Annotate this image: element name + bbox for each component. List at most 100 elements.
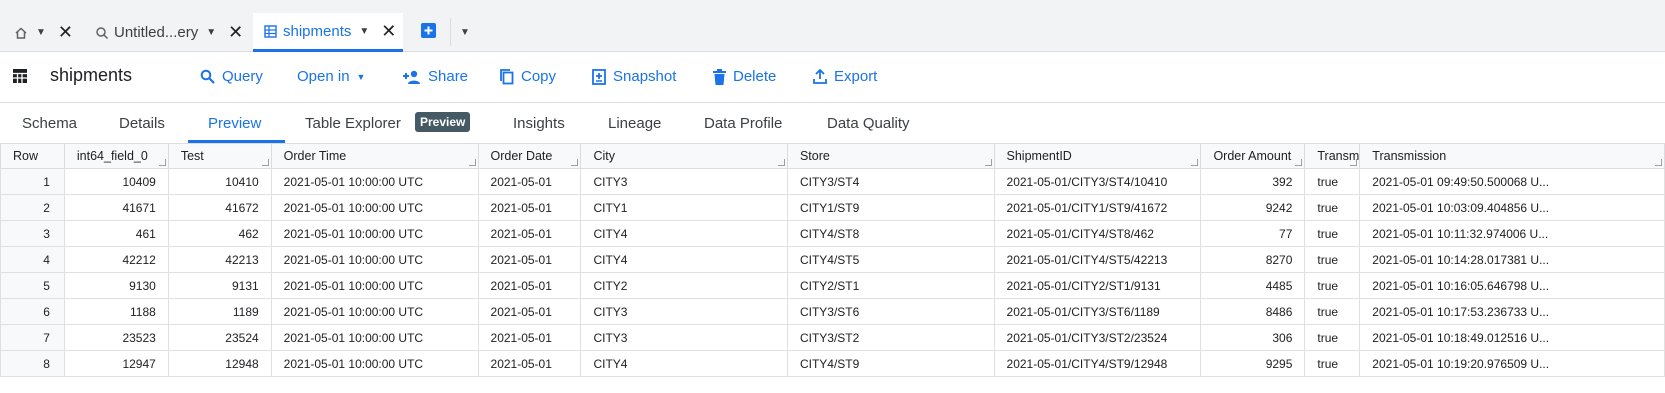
delete-button[interactable]: Delete [713,68,776,85]
table-cell[interactable]: CITY1/ST9 [786,194,995,221]
table-cell[interactable]: CITY4 [580,350,788,377]
table-cell[interactable]: 2021-05-01 10:19:20.976509 U... [1359,350,1665,377]
table-cell[interactable]: 42212 [63,246,169,273]
table-cell[interactable]: CITY4 [580,246,788,273]
table-cell[interactable]: 2021-05-01 10:00:00 UTC [270,246,479,273]
open-in-button[interactable]: Open in ▼ [297,68,365,85]
table-cell[interactable]: 2021-05-01 [477,194,582,221]
table-cell[interactable]: 41672 [167,194,272,221]
new-tab-button[interactable] [421,13,436,52]
table-cell[interactable]: 2021-05-01 10:00:00 UTC [270,220,479,247]
tab-data-profile[interactable]: Data Profile [704,115,782,132]
tab-lineage[interactable]: Lineage [608,115,661,132]
table-cell[interactable]: 2021-05-01/CITY4/ST5/42213 [993,246,1202,273]
table-cell[interactable]: 2021-05-01 10:16:05.646798 U... [1359,272,1665,299]
table-cell[interactable]: CITY3 [580,324,788,351]
table-cell[interactable]: 2021-05-01 [477,272,582,299]
table-cell[interactable]: 2021-05-01 10:17:53.236733 U... [1359,298,1665,325]
table-cell[interactable]: 462 [167,220,272,247]
resize-handle[interactable] [1191,159,1199,166]
export-button[interactable]: Export [813,68,877,85]
table-cell[interactable]: 2021-05-01 10:14:28.017381 U... [1359,246,1665,273]
table-cell[interactable]: true [1304,298,1361,325]
table-cell[interactable]: CITY3/ST6 [786,298,995,325]
table-cell[interactable]: CITY3/ST2 [786,324,995,351]
table-cell[interactable]: 4485 [1200,272,1306,299]
resize-handle[interactable] [468,159,476,166]
tab-shipments[interactable]: shipments ▼ ✕ [253,13,403,52]
table-cell[interactable]: 2021-05-01 10:11:32.974006 U... [1359,220,1665,247]
resize-handle[interactable] [158,159,166,166]
tab-untitled-query[interactable]: Untitled...ery ▼ ✕ [95,13,243,52]
table-cell[interactable]: 2021-05-01/CITY4/ST9/12948 [993,350,1202,377]
tab-home[interactable]: ▼ ✕ [14,13,73,52]
chevron-down-icon[interactable]: ▼ [36,27,46,38]
table-cell[interactable]: true [1304,272,1361,299]
table-cell[interactable]: 8270 [1200,246,1306,273]
resize-handle[interactable] [1295,159,1303,166]
copy-button[interactable]: Copy [500,68,556,85]
query-button[interactable]: Query [200,68,263,85]
table-cell[interactable]: 2021-05-01 [477,350,582,377]
table-cell[interactable]: 10410 [167,168,272,195]
table-cell[interactable]: 2021-05-01 10:00:00 UTC [270,168,479,195]
table-cell[interactable]: 10409 [63,168,169,195]
column-header[interactable]: Transm [1304,143,1361,169]
table-cell[interactable]: 2021-05-01/CITY3/ST2/23524 [993,324,1202,351]
resize-handle[interactable] [777,159,785,166]
table-cell[interactable]: true [1304,350,1361,377]
table-cell[interactable]: CITY4/ST9 [786,350,995,377]
tab-details[interactable]: Details [119,115,165,132]
snapshot-button[interactable]: Snapshot [592,68,676,85]
tab-insights[interactable]: Insights [513,115,565,132]
chevron-down-icon[interactable]: ▼ [359,26,369,37]
table-cell[interactable]: 9130 [63,272,169,299]
table-row[interactable]: 5 9130 9131 2021-05-01 10:00:00 UTC 2021-05-… [0,272,1665,299]
table-cell[interactable]: 77 [1200,220,1306,247]
table-row[interactable]: 2 41671 41672 2021-05-01 10:00:00 UTC 2021-0… [0,194,1665,221]
table-cell[interactable]: 12948 [167,350,272,377]
table-cell[interactable]: 9295 [1200,350,1306,377]
table-cell[interactable]: true [1304,246,1361,273]
table-cell[interactable]: 8486 [1200,298,1306,325]
column-header[interactable]: Test [167,143,272,169]
table-cell[interactable]: CITY3 [580,168,788,195]
share-button[interactable]: Share [403,68,468,85]
table-cell[interactable]: 2021-05-01/CITY3/ST6/1189 [993,298,1202,325]
resize-handle[interactable] [1350,159,1358,166]
table-cell[interactable]: 2021-05-01 10:03:09.404856 U... [1359,194,1665,221]
table-cell[interactable]: 2021-05-01 [477,220,582,247]
table-row[interactable]: 3 461 462 2021-05-01 10:00:00 UTC 2021-05-01… [0,220,1665,247]
resize-handle[interactable] [984,159,992,166]
column-header[interactable]: Order Amount [1200,143,1306,169]
table-cell[interactable]: 2021-05-01 [477,168,582,195]
table-cell[interactable]: 12947 [63,350,169,377]
table-cell[interactable]: 1188 [63,298,169,325]
chevron-down-icon[interactable]: ▼ [206,27,216,38]
table-cell[interactable]: CITY3/ST4 [786,168,995,195]
tab-table-explorer[interactable]: Table Explorer [305,115,401,132]
table-row[interactable]: 1 10409 10410 2021-05-01 10:00:00 UTC 2021-0… [0,168,1665,195]
table-cell[interactable]: true [1304,168,1361,195]
table-cell[interactable]: CITY2/ST1 [786,272,995,299]
column-header[interactable]: Store [786,143,995,169]
table-row[interactable]: 7 23523 23524 2021-05-01 10:00:00 UTC 2021-0… [0,324,1665,351]
table-cell[interactable]: CITY3 [580,298,788,325]
table-cell[interactable]: 392 [1200,168,1306,195]
table-cell[interactable]: 2021-05-01/CITY2/ST1/9131 [993,272,1202,299]
table-cell[interactable]: CITY4 [580,220,788,247]
table-cell[interactable]: 1189 [167,298,272,325]
table-row[interactable]: 8 12947 12948 2021-05-01 10:00:00 UTC 2021-0… [0,350,1665,377]
column-header[interactable]: int64_field_0 [63,143,169,169]
table-cell[interactable]: CITY1 [580,194,788,221]
resize-handle[interactable] [571,159,579,166]
table-cell[interactable]: 42213 [167,246,272,273]
table-cell[interactable]: 2021-05-01/CITY1/ST9/41672 [993,194,1202,221]
close-icon[interactable]: ✕ [228,22,243,43]
table-cell[interactable]: 2021-05-01 10:00:00 UTC [270,298,479,325]
column-header[interactable]: City [580,143,788,169]
resize-handle[interactable] [1655,159,1662,166]
table-cell[interactable]: 2021-05-01 [477,246,582,273]
tab-data-quality[interactable]: Data Quality [827,115,910,132]
table-cell[interactable]: 9242 [1200,194,1306,221]
